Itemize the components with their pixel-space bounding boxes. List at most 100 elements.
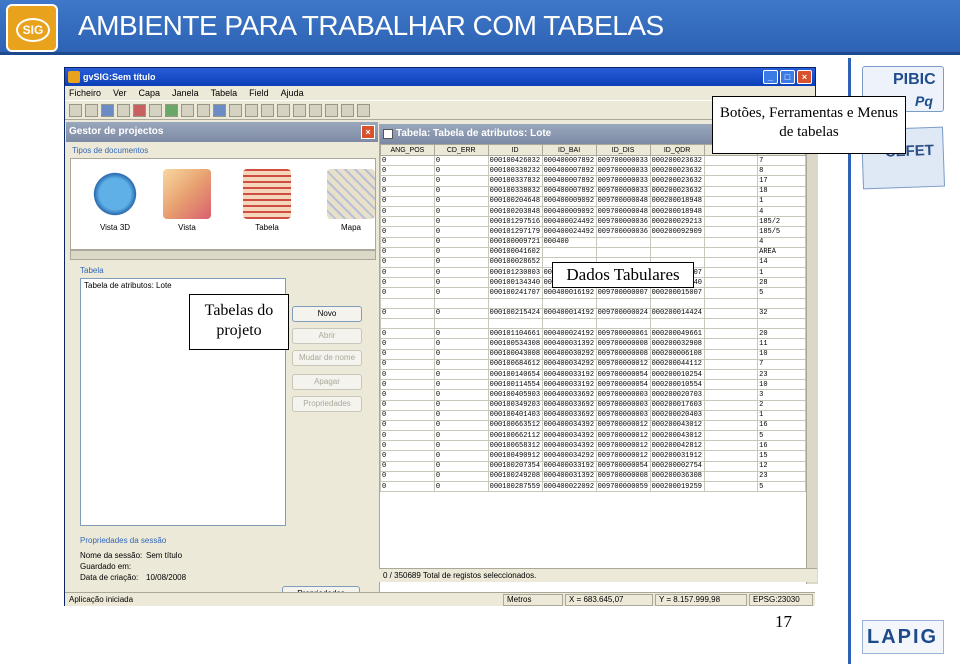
table-cell[interactable]: 009700000008 bbox=[595, 348, 651, 360]
table-cell[interactable]: 009700000036 bbox=[595, 226, 651, 238]
table-cell[interactable]: 3 bbox=[757, 389, 806, 401]
table-cell[interactable]: 0 bbox=[433, 358, 489, 370]
table-cell[interactable]: 000400034392 bbox=[541, 419, 597, 432]
table-cell[interactable]: 000100140654 bbox=[487, 368, 543, 381]
table-cell[interactable]: 0 bbox=[433, 460, 489, 472]
table-row[interactable]: 0 0 000100241707 000400016192 009700000007 00… bbox=[380, 287, 806, 299]
table-cell[interactable] bbox=[541, 297, 597, 309]
table-row[interactable]: 0 0 000100338232 000400007892 009700000033 00… bbox=[380, 165, 806, 177]
table-cell[interactable]: 000100009721 bbox=[487, 236, 543, 248]
table-cell[interactable]: 0 bbox=[433, 307, 489, 320]
table-cell[interactable]: 000100041602 bbox=[487, 246, 543, 258]
table-cell[interactable]: 000200031912 bbox=[649, 450, 705, 462]
table-cell[interactable]: 0 bbox=[380, 246, 435, 258]
table-cell[interactable]: 17 bbox=[757, 175, 806, 187]
table-row[interactable] bbox=[380, 297, 806, 309]
table-cell[interactable] bbox=[703, 256, 759, 269]
table-row[interactable]: 0 0 000100662112 000400034392 009700000012 00… bbox=[380, 430, 806, 442]
table-cell[interactable] bbox=[703, 358, 759, 370]
table-cell[interactable]: 0 bbox=[380, 419, 435, 432]
table-cell[interactable] bbox=[649, 317, 705, 330]
table-cell[interactable]: 000400009092 bbox=[541, 195, 597, 207]
table-cell[interactable]: 0 bbox=[380, 348, 435, 360]
table-cell[interactable]: 0 bbox=[433, 277, 489, 289]
table-cell[interactable]: 000100401403 bbox=[487, 409, 543, 421]
table-cell[interactable]: 0 bbox=[433, 195, 489, 207]
table-cell[interactable] bbox=[649, 297, 705, 309]
table-cell[interactable]: 009700000008 bbox=[595, 470, 651, 483]
table-cell[interactable]: 000100249208 bbox=[487, 470, 543, 483]
attribute-grid[interactable]: ANG_POS CD_ERR ID ID_BAI ID_DIS ID_QDR 0 0 0001… bbox=[380, 144, 806, 594]
table-cell[interactable]: 000200043012 bbox=[649, 430, 705, 442]
print-icon[interactable] bbox=[181, 104, 194, 117]
table-cell[interactable] bbox=[703, 368, 759, 381]
table-cell[interactable]: 000101297516 bbox=[487, 216, 543, 228]
table-cell[interactable] bbox=[703, 287, 759, 299]
column-header[interactable]: ID bbox=[487, 144, 543, 156]
table-cell[interactable]: 0 bbox=[380, 256, 435, 269]
table-cell[interactable]: 14 bbox=[757, 256, 806, 269]
attribute-table[interactable]: ANG_POS CD_ERR ID ID_BAI ID_DIS ID_QDR 0 0 0001… bbox=[380, 144, 806, 493]
table-cell[interactable]: 000400034292 bbox=[541, 450, 597, 462]
table-cell[interactable]: 000400024192 bbox=[541, 328, 597, 340]
doc-type-tabela[interactable]: Tabela bbox=[237, 165, 297, 245]
table-cell[interactable]: 000400024492 bbox=[541, 226, 597, 238]
table-cell[interactable]: 0 bbox=[433, 246, 489, 258]
table-cell[interactable]: 0 bbox=[380, 267, 435, 279]
menu-field[interactable]: Field bbox=[249, 86, 269, 100]
table-cell[interactable] bbox=[703, 175, 759, 187]
doc-type-vista3d[interactable]: Vista 3D bbox=[85, 165, 145, 245]
table-cell[interactable] bbox=[703, 328, 759, 340]
table-cell[interactable]: 009700000036 bbox=[595, 216, 651, 228]
table-cell[interactable]: 000100207354 bbox=[487, 460, 543, 472]
table-cell[interactable]: 23 bbox=[757, 470, 806, 483]
table-cell[interactable]: 0 bbox=[433, 267, 489, 279]
table-cell[interactable] bbox=[703, 236, 759, 248]
table-row[interactable]: 0 0 000100426032 000400007892 009700000033 00… bbox=[380, 154, 806, 167]
table-cell[interactable]: 000200015007 bbox=[649, 287, 705, 299]
table-cell[interactable]: 000100662112 bbox=[487, 430, 543, 442]
table-cell[interactable] bbox=[433, 297, 489, 309]
table-cell[interactable]: 009700000054 bbox=[595, 379, 651, 391]
table-cell[interactable]: 0 bbox=[433, 185, 489, 197]
table-cell[interactable] bbox=[703, 185, 759, 197]
table-cell[interactable] bbox=[703, 154, 759, 167]
minimize-button[interactable]: _ bbox=[763, 70, 778, 84]
table-cell[interactable]: 000400007892 bbox=[541, 165, 597, 177]
table-cell[interactable]: 000400033692 bbox=[541, 399, 597, 411]
table-cell[interactable]: 0 bbox=[380, 430, 435, 442]
table-cell[interactable]: 5 bbox=[757, 287, 806, 299]
table-cell[interactable]: 18 bbox=[757, 185, 806, 197]
table-cell[interactable]: 0 bbox=[433, 480, 489, 493]
table-cell[interactable]: 000100337832 bbox=[487, 175, 543, 187]
table-row[interactable]: 0 0 000100204648 000400009092 009700000048 00… bbox=[380, 195, 806, 207]
table-cell[interactable] bbox=[703, 195, 759, 207]
table-cell[interactable] bbox=[433, 317, 489, 330]
table-cell[interactable]: 32 bbox=[757, 307, 806, 320]
table-cell[interactable]: 0 bbox=[380, 307, 435, 320]
vertical-scrollbar[interactable] bbox=[806, 144, 818, 584]
table-cell[interactable]: 0 bbox=[380, 328, 435, 340]
table-cell[interactable]: 0 bbox=[380, 175, 435, 187]
table-cell[interactable]: 009700000003 bbox=[595, 399, 651, 411]
table-cell[interactable]: 000100338032 bbox=[487, 185, 543, 197]
sort-icon[interactable] bbox=[229, 104, 242, 117]
table-cell[interactable]: 0 bbox=[433, 165, 489, 177]
menu-janela[interactable]: Janela bbox=[172, 86, 199, 100]
table-cell[interactable]: 009700000024 bbox=[595, 307, 651, 320]
table-cell[interactable] bbox=[703, 297, 759, 309]
table-cell[interactable]: 009700000012 bbox=[595, 430, 651, 442]
table-cell[interactable]: 009700000012 bbox=[595, 440, 651, 452]
table-cell[interactable]: 0 bbox=[380, 368, 435, 381]
table-cell[interactable] bbox=[703, 226, 759, 238]
table-cell[interactable]: 000100490912 bbox=[487, 450, 543, 462]
table-cell[interactable]: 000400031392 bbox=[541, 338, 597, 350]
table-cell[interactable]: 000200014424 bbox=[649, 307, 705, 320]
table-cell[interactable]: 0 bbox=[433, 389, 489, 401]
table-cell[interactable]: 000100349203 bbox=[487, 399, 543, 411]
table-row[interactable]: 0 0 000100349203 000400033692 009700000003 00… bbox=[380, 399, 806, 411]
table-row[interactable]: 0 0 000100534308 000400031392 009700000008 00… bbox=[380, 338, 806, 350]
table-cell[interactable]: 000400033692 bbox=[541, 389, 597, 401]
arrow-right-icon[interactable] bbox=[309, 104, 322, 117]
table-cell[interactable]: 000100658312 bbox=[487, 440, 543, 452]
